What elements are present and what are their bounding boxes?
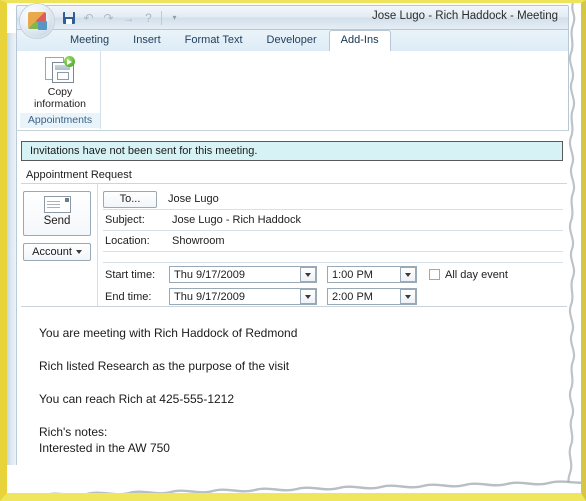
send-button[interactable]: Send (23, 191, 91, 236)
form-header-label: Appointment Request (26, 168, 132, 181)
envelope-icon (43, 196, 71, 213)
title-bar: ↶ ↷ → ? ▾ Jose Lugo - Rich Haddock - Mee… (16, 3, 569, 39)
start-time-dropdown-button[interactable] (400, 267, 416, 282)
info-bar[interactable]: Invitations have not been sent for this … (21, 141, 563, 161)
body-line: Rich listed Research as the purpose of t… (39, 359, 290, 373)
checkbox-box (429, 269, 440, 280)
copy-information-label-line1: Copy (47, 86, 73, 98)
save-icon (62, 12, 75, 24)
torn-edge-bottom (7, 480, 581, 493)
start-date-value: Thu 9/17/2009 (174, 268, 245, 281)
tab-meeting[interactable]: Meeting (58, 30, 121, 51)
redo-button[interactable]: ↷ (99, 9, 118, 28)
tab-add-ins[interactable]: Add-Ins (328, 30, 391, 51)
account-button-label: Account (32, 246, 72, 258)
copy-information-icon (44, 55, 76, 85)
save-button[interactable] (59, 9, 78, 28)
undo-icon: ↶ (83, 11, 94, 25)
body-line: You can reach Rich at 425-555-1212 (39, 392, 235, 406)
tab-developer[interactable]: Developer (255, 30, 329, 51)
tab-insert[interactable]: Insert (121, 30, 173, 51)
to-input[interactable]: Jose Lugo (165, 193, 563, 205)
ribbon-tabstrip: Meeting Insert Format Text Developer Add… (16, 30, 569, 51)
end-time-combobox[interactable]: 2:00 PM (327, 288, 417, 305)
qat-separator (161, 11, 162, 25)
quick-access-toolbar: ↶ ↷ → ? ▾ (59, 8, 184, 28)
start-time-value: 1:00 PM (332, 268, 373, 281)
start-date-combobox[interactable]: Thu 9/17/2009 (169, 266, 317, 283)
green-arrow-icon (64, 56, 75, 67)
field-divider (97, 184, 98, 306)
meeting-body-text[interactable]: You are meeting with Rich Haddock of Red… (21, 306, 567, 465)
row-end-time: End time: Thu 9/17/2009 2:00 PM (103, 286, 563, 307)
end-date-combobox[interactable]: Thu 9/17/2009 (169, 288, 317, 305)
chevron-down-icon (405, 272, 411, 277)
redo-icon: ↷ (103, 11, 114, 25)
chevron-down-icon (75, 250, 82, 254)
subject-input[interactable]: Jose Lugo - Rich Haddock (169, 214, 563, 226)
forward-button[interactable]: → (119, 9, 138, 28)
window-title: Jose Lugo - Rich Haddock - Meeting (371, 10, 558, 22)
copy-information-button[interactable]: Copy information (20, 55, 100, 110)
ribbon-group-title: Appointments (20, 113, 100, 128)
start-time-label: Start time: (105, 268, 156, 281)
outlook-meeting-window: ↶ ↷ → ? ▾ Jose Lugo - Rich Haddock - Mee… (0, 0, 586, 501)
help-button[interactable]: ? (139, 9, 158, 28)
end-date-dropdown-button[interactable] (300, 289, 316, 304)
end-time-value: 2:00 PM (332, 290, 373, 303)
tab-format-text[interactable]: Format Text (173, 30, 255, 51)
end-time-dropdown-button[interactable] (400, 289, 416, 304)
field-rows: To... Jose Lugo Subject: Jose Lugo - Ric… (103, 189, 563, 307)
field-spacer (103, 252, 563, 263)
account-button[interactable]: Account (23, 243, 91, 261)
office-button[interactable] (19, 3, 55, 39)
all-day-event-label: All day event (445, 268, 508, 281)
form-header: Appointment Request (21, 166, 567, 184)
forward-icon: → (122, 11, 135, 25)
to-button[interactable]: To... (103, 190, 157, 208)
copy-information-label-line2: information (34, 98, 86, 110)
start-date-dropdown-button[interactable] (300, 267, 316, 282)
row-location: Location: Showroom (103, 231, 563, 252)
help-icon: ? (145, 11, 152, 25)
start-time-combobox[interactable]: 1:00 PM (327, 266, 417, 283)
body-line: Interested in the AW 750 (39, 441, 170, 455)
ribbon-content: Copy information Appointments (16, 51, 569, 131)
send-button-label: Send (43, 215, 71, 227)
send-column: Send Account (23, 191, 91, 261)
undo-button[interactable]: ↶ (79, 9, 98, 28)
subject-label: Subject: (105, 214, 145, 226)
appointment-form: Appointment Request Send Account To... J… (21, 166, 567, 465)
row-subject: Subject: Jose Lugo - Rich Haddock (103, 210, 563, 231)
office-logo-icon (28, 12, 47, 30)
form-fields: Send Account To... Jose Lugo Subject: Jo… (21, 184, 567, 307)
customize-qat-button[interactable]: ▾ (165, 9, 184, 28)
chevron-down-icon (405, 294, 411, 299)
all-day-event-checkbox[interactable]: All day event (429, 269, 508, 281)
row-start-time: Start time: Thu 9/17/2009 1:00 PM All da… (103, 264, 563, 285)
end-date-value: Thu 9/17/2009 (174, 290, 245, 303)
window-surface: ↶ ↷ → ? ▾ Jose Lugo - Rich Haddock - Mee… (7, 3, 581, 493)
row-to: To... Jose Lugo (103, 189, 563, 210)
info-bar-message: Invitations have not been sent for this … (30, 145, 258, 157)
body-line: You are meeting with Rich Haddock of Red… (39, 326, 298, 340)
location-input[interactable]: Showroom (169, 235, 563, 247)
ribbon-group-appointments: Copy information Appointments (20, 51, 101, 129)
body-line: Rich's notes: (39, 425, 108, 439)
end-time-label: End time: (105, 290, 152, 303)
location-label: Location: (105, 235, 150, 247)
chevron-down-icon: ▾ (172, 13, 177, 22)
chevron-down-icon (305, 272, 311, 277)
chevron-down-icon (305, 294, 311, 299)
